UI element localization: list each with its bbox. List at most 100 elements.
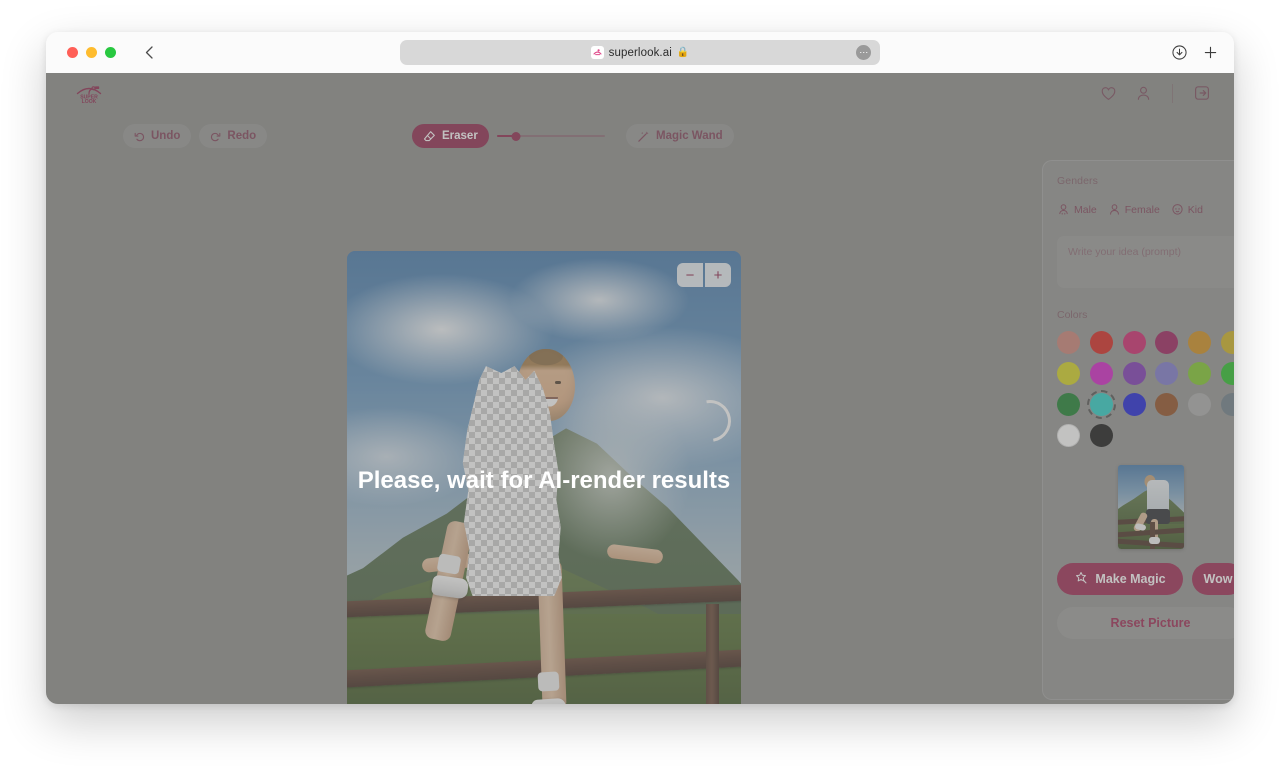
redo-button[interactable]: Redo xyxy=(199,124,268,148)
original-photo-thumbnail[interactable] xyxy=(1117,465,1184,549)
eraser-button[interactable]: Eraser xyxy=(412,124,489,148)
logout-icon[interactable] xyxy=(1192,83,1212,103)
reset-picture-button[interactable]: Reset Picture xyxy=(1057,607,1234,639)
magic-wand-tools: Magic Wand xyxy=(626,124,734,148)
browser-chrome-actions xyxy=(1172,32,1218,73)
eye-right xyxy=(554,380,561,384)
color-swatch[interactable] xyxy=(1057,393,1081,416)
gender-option-male[interactable]: Male xyxy=(1057,203,1097,216)
color-swatch[interactable] xyxy=(1220,331,1234,354)
slider-track xyxy=(496,131,605,141)
color-swatch-grid xyxy=(1057,331,1234,447)
eraser-label: Eraser xyxy=(442,130,478,142)
account-icon[interactable] xyxy=(1133,83,1153,103)
color-swatch[interactable] xyxy=(1155,393,1179,416)
new-tab-icon[interactable] xyxy=(1203,45,1218,60)
genders-label: Genders xyxy=(1057,175,1098,187)
photo-scene xyxy=(347,251,741,704)
color-swatch[interactable] xyxy=(1089,331,1113,354)
canvas-area: − + xyxy=(46,163,1042,704)
color-swatch[interactable] xyxy=(1122,362,1146,385)
color-swatch[interactable] xyxy=(1220,393,1234,416)
magic-wand-icon xyxy=(1074,571,1088,588)
color-swatch[interactable] xyxy=(1122,331,1146,354)
download-icon[interactable] xyxy=(1172,45,1187,60)
prompt-input[interactable] xyxy=(1057,236,1234,288)
magic-wand-icon xyxy=(637,130,650,143)
close-window-button[interactable] xyxy=(67,47,78,58)
color-swatch[interactable] xyxy=(1122,393,1146,416)
gender-option-female[interactable]: Female xyxy=(1108,203,1160,216)
superlook-favicon-icon xyxy=(590,46,604,59)
magic-wand-label: Magic Wand xyxy=(656,130,723,142)
gender-label-female: Female xyxy=(1124,203,1160,216)
colors-label: Colors xyxy=(1057,309,1088,321)
gender-option-kid[interactable]: Kid xyxy=(1171,203,1203,216)
panel-actions: Make Magic Wow xyxy=(1057,563,1234,595)
brush-size-slider[interactable] xyxy=(496,124,605,148)
color-swatch[interactable] xyxy=(1187,362,1211,385)
thumb-shoe xyxy=(1149,537,1161,545)
address-bar[interactable]: superlook.ai 🔒 ⋯ xyxy=(400,40,880,65)
color-swatch[interactable] xyxy=(1089,362,1113,385)
thumbnail-wrap xyxy=(1057,465,1234,549)
magic-wand-button[interactable]: Magic Wand xyxy=(626,124,734,148)
color-swatch[interactable] xyxy=(1220,362,1234,385)
undo-button[interactable]: Undo xyxy=(123,124,192,148)
reset-picture-label: Reset Picture xyxy=(1110,616,1191,630)
make-magic-label: Make Magic xyxy=(1095,572,1166,586)
favorites-icon[interactable] xyxy=(1098,83,1118,103)
color-swatch[interactable] xyxy=(1086,390,1116,419)
color-swatch[interactable] xyxy=(1155,331,1179,354)
app-header: SUPER LOOK xyxy=(46,73,1234,113)
app-header-actions xyxy=(1098,83,1212,103)
undo-icon xyxy=(134,131,145,142)
svg-text:LOOK: LOOK xyxy=(82,99,97,104)
sock-right xyxy=(537,671,560,692)
lock-icon: 🔒 xyxy=(676,46,690,58)
wow-label: Wow xyxy=(1203,572,1233,586)
arm-right xyxy=(606,544,664,565)
kid-avatar-icon xyxy=(1171,203,1184,216)
browser-window: superlook.ai 🔒 ⋯ SUPER LOOK Undo Redo Er… xyxy=(46,32,1234,704)
gender-selector: Male Female Kid xyxy=(1057,203,1234,216)
history-tools: Undo Redo xyxy=(123,124,268,148)
redo-icon xyxy=(210,131,221,142)
eraser-icon xyxy=(423,130,436,143)
eraser-tools: Eraser xyxy=(412,124,605,148)
photo-editor-canvas[interactable]: − + xyxy=(347,251,741,704)
canvas-zoom-controls: − + xyxy=(677,263,731,287)
color-swatch[interactable] xyxy=(1057,331,1081,354)
color-swatch[interactable] xyxy=(1057,362,1081,385)
address-bar-url: superlook.ai xyxy=(608,46,672,59)
browser-titlebar: superlook.ai 🔒 ⋯ xyxy=(46,32,1234,73)
make-magic-button[interactable]: Make Magic xyxy=(1057,563,1183,595)
gender-label-male: Male xyxy=(1074,203,1097,216)
zoom-out-button[interactable]: − xyxy=(677,263,703,287)
sock-left xyxy=(436,553,462,575)
color-swatch[interactable] xyxy=(1187,393,1211,416)
options-panel: Genders Male Female Kid Write your idea … xyxy=(1042,160,1234,700)
redo-label: Redo xyxy=(227,130,257,142)
superlook-app: SUPER LOOK Undo Redo Eraser Magic Wand −… xyxy=(46,73,1234,704)
gender-label-kid: Kid xyxy=(1187,203,1203,216)
slider-thumb[interactable] xyxy=(511,131,521,141)
superlook-logo-icon[interactable]: SUPER LOOK xyxy=(74,82,104,104)
male-avatar-icon xyxy=(1057,203,1070,216)
page-menu-button[interactable]: ⋯ xyxy=(856,45,871,60)
editor-toolbar: Undo Redo Eraser Magic Wand xyxy=(46,121,1234,151)
window-traffic-lights xyxy=(67,47,116,58)
color-swatch[interactable] xyxy=(1187,331,1211,354)
minimize-window-button[interactable] xyxy=(86,47,97,58)
undo-label: Undo xyxy=(151,130,181,142)
thumb-body xyxy=(1146,480,1169,513)
color-swatch[interactable] xyxy=(1155,362,1179,385)
browser-back-button[interactable] xyxy=(140,44,158,62)
female-avatar-icon xyxy=(1108,203,1121,216)
shoe-right xyxy=(531,698,567,704)
color-swatch[interactable] xyxy=(1089,424,1113,447)
maximize-window-button[interactable] xyxy=(105,47,116,58)
zoom-in-button[interactable]: + xyxy=(705,263,731,287)
color-swatch[interactable] xyxy=(1057,424,1081,447)
wow-button[interactable]: Wow xyxy=(1192,563,1234,595)
